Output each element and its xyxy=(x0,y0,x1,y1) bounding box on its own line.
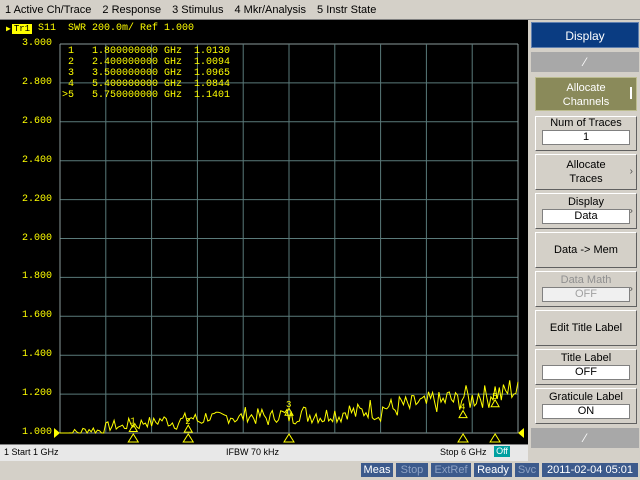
title-label-value: OFF xyxy=(542,365,630,380)
sweep-status-line: 1 Start 1 GHz IFBW 70 kHz Stop 6 GHz xyxy=(0,444,528,461)
data-math-button[interactable]: Data Math OFF › xyxy=(535,271,637,307)
marker-row: 4 5.400000000 GHz 1.0844 xyxy=(62,79,231,90)
allocate-channels-button[interactable]: Allocate Channels xyxy=(535,77,637,111)
graticule-label-text: Graticule Label xyxy=(549,391,623,403)
menu-instr-state[interactable]: 5 Instr State xyxy=(312,4,382,16)
y-tick-label: 1.600 xyxy=(21,310,52,322)
stop-freq: Stop 6 GHz xyxy=(440,447,487,457)
menu-response[interactable]: 2 Response xyxy=(97,4,167,16)
allocate-traces-button[interactable]: Allocate Traces › xyxy=(535,154,637,190)
display-value: Data xyxy=(542,209,630,224)
y-tick-label: 1.800 xyxy=(21,271,52,283)
softkey-up-arrow-icon[interactable]: ⁄ xyxy=(531,52,639,72)
marker-label-4: 4 xyxy=(460,403,465,413)
marker-x-pointer-2 xyxy=(182,433,195,443)
trace-header[interactable]: ▶ Tr1 S11 SWR 200.0m/ Ref 1.000 xyxy=(6,23,194,34)
marker-x-pointer-5 xyxy=(489,433,502,443)
meas-indicator: Meas xyxy=(361,463,393,477)
num-of-traces-value: 1 xyxy=(542,130,630,145)
marker-row: 3 3.500000000 GHz 1.0965 xyxy=(62,68,231,79)
num-of-traces-label: Num of Traces xyxy=(550,117,622,129)
data-to-mem-button[interactable]: Data -> Mem xyxy=(535,232,637,268)
title-label-text: Title Label xyxy=(560,352,612,364)
marker-x-pointer-1 xyxy=(127,433,140,443)
display-label: Display xyxy=(567,196,605,208)
y-tick-label: 2.000 xyxy=(21,232,52,244)
y-tick-label: 1.400 xyxy=(21,349,52,361)
softkey-down-arrow-icon[interactable]: ⁄ xyxy=(531,428,639,448)
allocate-channels-label: Allocate Channels xyxy=(562,82,610,108)
num-of-traces-button[interactable]: Num of Traces 1 xyxy=(535,116,637,151)
active-trace-arrow-icon: ▶ xyxy=(6,24,11,34)
chart-grid xyxy=(59,43,519,434)
y-tick-label: 2.600 xyxy=(21,115,52,127)
y-tick-label: 1.000 xyxy=(21,427,52,438)
y-tick-label: 1.200 xyxy=(21,388,52,400)
marker-x-pointer-4 xyxy=(457,433,469,443)
title-label-button[interactable]: Title Label OFF xyxy=(535,349,637,385)
graticule-label-value: ON xyxy=(542,404,630,419)
data-math-label: Data Math xyxy=(560,274,612,286)
marker-x-pointer-3 xyxy=(283,433,295,443)
marker-label-2: 2 xyxy=(185,417,190,427)
graticule-label-button[interactable]: Graticule Label ON xyxy=(535,388,637,424)
marker-row: >5 5.750000000 GHz 1.1401 xyxy=(62,90,231,101)
sweep-off-indicator[interactable]: Off xyxy=(494,446,510,457)
start-freq: 1 Start 1 GHz xyxy=(4,447,59,457)
ready-indicator: Ready xyxy=(474,463,512,477)
chevron-right-icon: › xyxy=(629,283,633,295)
menu-stimulus[interactable]: 3 Stimulus xyxy=(167,4,229,16)
y-tick-label: 2.200 xyxy=(21,193,52,205)
marker-row: 2 2.400000000 GHz 1.0094 xyxy=(62,57,231,68)
svc-indicator: Svc xyxy=(515,463,539,477)
y-tick-label: 2.800 xyxy=(21,76,52,88)
edit-title-label-text: Edit Title Label xyxy=(549,322,623,334)
marker-label-5: 5 xyxy=(492,392,497,402)
y-tick-label: 2.400 xyxy=(21,154,52,166)
reference-level-right-arrow xyxy=(518,428,524,438)
softkey-menu-title: Display xyxy=(531,22,639,48)
display-button[interactable]: Display Data › xyxy=(535,193,637,229)
allocate-traces-label: Allocate Traces xyxy=(566,159,606,185)
reference-level-left-arrow xyxy=(54,428,60,438)
menu-bar: 1 Active Ch/Trace 2 Response 3 Stimulus … xyxy=(0,0,640,20)
trace-header-text: S11 SWR 200.0m/ Ref 1.000 xyxy=(38,23,195,34)
cursor-bar-icon xyxy=(630,87,632,99)
stop-indicator: Stop xyxy=(396,463,428,477)
marker-label-3: 3 xyxy=(286,400,291,410)
ifbw: IFBW 70 kHz xyxy=(226,447,280,457)
chevron-right-icon: › xyxy=(629,166,633,177)
extref-indicator: ExtRef xyxy=(431,463,471,477)
marker-row: 1 1.800000000 GHz 1.0130 xyxy=(62,46,231,57)
chevron-right-icon: › xyxy=(629,205,633,217)
menu-mkr-analysis[interactable]: 4 Mkr/Analysis xyxy=(229,4,312,16)
menu-active-ch-trace[interactable]: 1 Active Ch/Trace xyxy=(0,4,97,16)
y-tick-label: 3.000 xyxy=(21,38,52,49)
edit-title-label-button[interactable]: Edit Title Label xyxy=(535,310,637,346)
trace-label: Tr1 xyxy=(11,23,33,34)
marker-label-1: 1 xyxy=(130,416,135,426)
datetime: 2011-02-04 05:01 xyxy=(542,463,638,477)
data-to-mem-label: Data -> Mem xyxy=(554,244,618,256)
data-math-value: OFF xyxy=(542,287,630,302)
marker-table: 1 1.800000000 GHz 1.0130 2 2.400000000 G… xyxy=(62,46,230,101)
